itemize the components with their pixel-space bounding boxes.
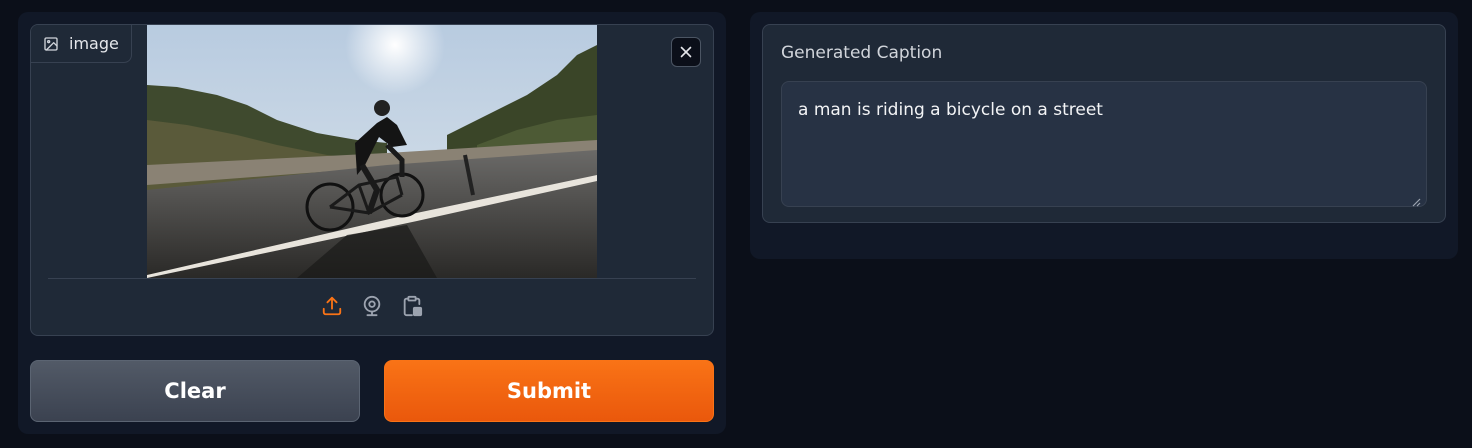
image-icon — [43, 36, 59, 52]
caption-textbox[interactable]: a man is riding a bicycle on a street — [781, 81, 1427, 207]
output-panel: Generated Caption a man is riding a bicy… — [750, 12, 1458, 259]
clipboard-source-button[interactable] — [400, 295, 424, 321]
webcam-icon — [361, 295, 383, 321]
submit-button[interactable]: Submit — [384, 360, 714, 422]
output-label: Generated Caption — [781, 43, 943, 63]
input-panel: image Clear Submit — [18, 12, 726, 434]
clipboard-icon — [401, 295, 423, 321]
close-icon — [680, 43, 692, 62]
image-upload-component: image — [30, 24, 714, 336]
resize-handle-icon[interactable] — [1411, 192, 1421, 207]
image-source-selector — [31, 279, 713, 335]
remove-image-button[interactable] — [671, 37, 701, 67]
caption-output-component: Generated Caption a man is riding a bicy… — [762, 24, 1446, 223]
uploaded-image-preview[interactable] — [147, 25, 597, 278]
webcam-source-button[interactable] — [360, 295, 384, 321]
upload-source-button[interactable] — [320, 296, 344, 320]
image-label-tag: image — [31, 25, 132, 63]
image-label-text: image — [69, 34, 119, 53]
upload-icon — [321, 295, 343, 321]
clear-button[interactable]: Clear — [30, 360, 360, 422]
